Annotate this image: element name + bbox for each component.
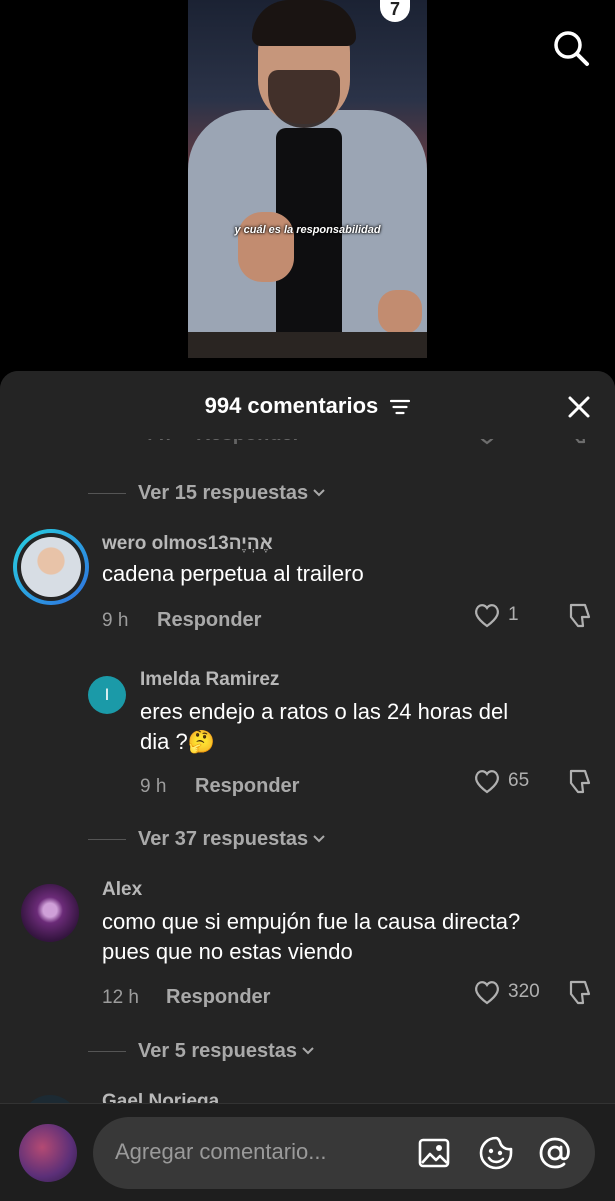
comments-count-title: 994 comentarios xyxy=(204,393,379,418)
video-person-hand-2 xyxy=(378,290,422,334)
dislike-icon[interactable] xyxy=(565,767,595,797)
view-replies-label: Ver 37 respuestas xyxy=(138,827,309,850)
reply-reply-button[interactable]: Responder xyxy=(195,775,299,798)
chevron-down-icon xyxy=(313,835,325,843)
comment-input[interactable]: Agregar comentario... xyxy=(93,1117,595,1189)
avatar[interactable] xyxy=(21,884,79,942)
reply-like-count: 65 xyxy=(508,770,530,791)
emoji-icon[interactable] xyxy=(478,1135,514,1171)
video-person-hand xyxy=(238,212,294,282)
like-count: 1 xyxy=(508,604,519,625)
comments-header: 994 comentarios xyxy=(0,371,615,439)
reply-time: 9 h xyxy=(140,776,167,797)
dislike-icon[interactable] xyxy=(565,601,595,631)
channel-logo: 7 xyxy=(380,0,410,22)
close-icon xyxy=(568,396,590,418)
divider-line xyxy=(88,1050,126,1052)
heart-icon xyxy=(475,981,499,1005)
comment-username[interactable]: wero olmos13אֶהְיֶה xyxy=(102,533,273,555)
like-count: 320 xyxy=(508,981,540,1002)
view-replies-button[interactable]: Ver 5 respuestas xyxy=(88,1036,315,1066)
comments-sheet: 4 h Responder 994 comentarios Ver 15 xyxy=(0,371,615,1200)
image-icon[interactable] xyxy=(416,1135,452,1171)
chevron-down-icon xyxy=(313,489,325,497)
divider-line xyxy=(88,492,126,494)
view-replies-label: Ver 15 respuestas xyxy=(138,481,309,504)
search-icon xyxy=(554,31,589,66)
view-replies-label: Ver 5 respuestas xyxy=(138,1039,297,1062)
video-person-hair xyxy=(252,0,356,46)
my-avatar xyxy=(19,1124,77,1182)
avatar xyxy=(21,537,81,597)
reply-like-button[interactable]: 65 xyxy=(472,766,529,796)
video-player[interactable]: 7 y cuál es la responsabilidad xyxy=(188,0,427,358)
view-replies-button[interactable]: Ver 15 respuestas xyxy=(88,478,326,508)
divider-line xyxy=(88,838,126,840)
heart-icon xyxy=(475,604,499,628)
search-button[interactable] xyxy=(551,28,591,68)
video-desk xyxy=(188,332,427,358)
comment-input-placeholder: Agregar comentario... xyxy=(115,1139,327,1164)
view-replies-button[interactable]: Ver 37 respuestas xyxy=(88,824,326,854)
dislike-icon[interactable] xyxy=(565,978,595,1008)
comment-time: 9 h xyxy=(102,610,129,631)
heart-icon xyxy=(475,770,499,794)
reply-username[interactable]: Imelda Ramirez xyxy=(140,669,279,691)
comment-text-line-1: como que si empujón fue la causa directa… xyxy=(102,909,521,934)
avatar-story-ring[interactable] xyxy=(13,529,89,605)
at-icon[interactable] xyxy=(537,1135,573,1171)
close-button[interactable] xyxy=(565,393,593,421)
reply-button[interactable]: Responder xyxy=(157,609,261,632)
comment-username[interactable]: Alex xyxy=(102,879,142,901)
like-button[interactable]: 320 xyxy=(472,977,540,1007)
video-caption: y cuál es la responsabilidad xyxy=(234,224,381,236)
reply-text-line-2: dia ?🤔 xyxy=(140,729,216,754)
reply-text-line-1: eres endejo a ratos o las 24 horas del xyxy=(140,699,509,724)
reply-avatar[interactable]: I xyxy=(88,676,126,714)
reply-button[interactable]: Responder xyxy=(166,986,270,1009)
like-button[interactable]: 1 xyxy=(472,600,519,630)
comment-time: 12 h xyxy=(102,987,139,1008)
filter-icon[interactable] xyxy=(390,398,411,416)
comment-input-bar: Agregar comentario... xyxy=(0,1103,615,1201)
comment-text-line-2: pues que no estas viendo xyxy=(102,939,353,964)
comment-text: cadena perpetua al trailero xyxy=(102,561,364,586)
chevron-down-icon xyxy=(302,1047,314,1055)
comments-title-row[interactable]: 994 comentarios xyxy=(0,393,615,419)
